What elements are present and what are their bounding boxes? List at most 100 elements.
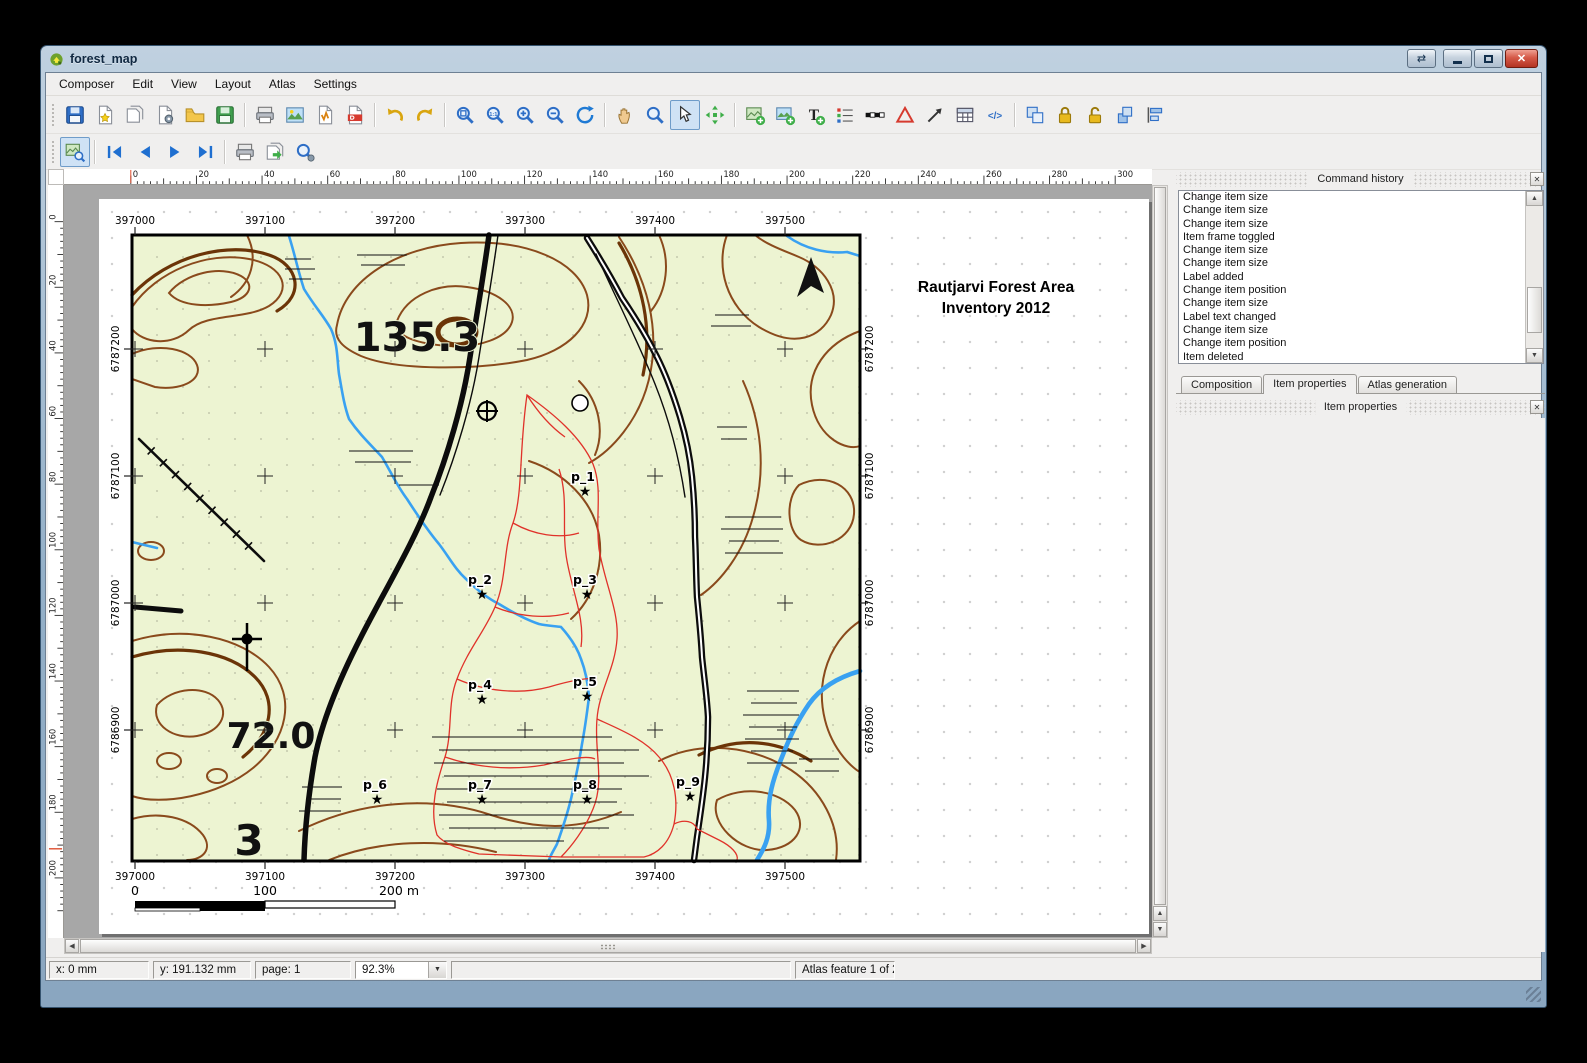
command-history-scrollbar[interactable]: ▲ ▼ <box>1525 191 1543 363</box>
lock-items-button[interactable] <box>1050 100 1080 130</box>
zoom-actual-button[interactable]: 1:1 <box>480 100 510 130</box>
scroll-down-button[interactable]: ▼ <box>1153 922 1167 937</box>
composition-page[interactable]: 135.3 72.0 3 ★p_1★p_2★p_3★p_4★p_5★p_6★p_… <box>99 199 1149 934</box>
zoom-full-button[interactable] <box>450 100 480 130</box>
zoom-out-button[interactable] <box>540 100 570 130</box>
history-item[interactable]: Label text changed <box>1179 311 1543 324</box>
add-attribute-table-button[interactable] <box>950 100 980 130</box>
scroll-up-button[interactable]: ▲ <box>1153 906 1167 921</box>
tab-atlas-generation[interactable]: Atlas generation <box>1358 376 1458 393</box>
history-item[interactable]: Change item size <box>1179 297 1543 310</box>
print-button[interactable] <box>250 100 280 130</box>
vertical-scrollbar-thumb[interactable] <box>1154 187 1166 905</box>
select-move-item-button[interactable] <box>670 100 700 130</box>
atlas-last-feature-button[interactable] <box>190 137 220 167</box>
print-atlas-button[interactable] <box>230 137 260 167</box>
move-item-content-icon <box>704 104 726 126</box>
history-item[interactable]: Item deleted <box>1179 351 1543 364</box>
composition-manager-button[interactable] <box>150 100 180 130</box>
svg-text:140: 140 <box>592 169 608 179</box>
pan-button[interactable] <box>610 100 640 130</box>
minimize-button[interactable] <box>1443 49 1472 68</box>
history-scrollbar-thumb[interactable] <box>1527 287 1542 333</box>
add-image-button[interactable] <box>770 100 800 130</box>
zoom-in-button[interactable] <box>510 100 540 130</box>
history-item[interactable]: Change item size <box>1179 191 1543 204</box>
command-history-close-icon[interactable]: ✕ <box>1530 172 1544 186</box>
export-image-button[interactable] <box>280 100 310 130</box>
undo-button[interactable] <box>380 100 410 130</box>
history-item[interactable]: Item frame toggled <box>1179 231 1543 244</box>
history-item[interactable]: Change item size <box>1179 324 1543 337</box>
align-items-button[interactable] <box>1140 100 1170 130</box>
unlock-items-button[interactable] <box>1080 100 1110 130</box>
menu-layout[interactable]: Layout <box>206 75 260 93</box>
menu-settings[interactable]: Settings <box>305 75 366 93</box>
export-pdf-button[interactable] <box>340 100 370 130</box>
menu-atlas[interactable]: Atlas <box>260 75 305 93</box>
horizontal-scrollbar[interactable]: ◀ ▶ <box>64 938 1152 954</box>
history-item[interactable]: Change item size <box>1179 218 1543 231</box>
group-items-button[interactable] <box>1020 100 1050 130</box>
map-title-item[interactable]: Rautjarvi Forest Area Inventory 2012 <box>918 279 1075 317</box>
atlas-first-feature-button[interactable] <box>100 137 130 167</box>
atlas-next-feature-button[interactable] <box>160 137 190 167</box>
svg-text:160: 160 <box>48 729 58 745</box>
history-item[interactable]: Label added <box>1179 271 1543 284</box>
add-new-map-button[interactable] <box>740 100 770 130</box>
save-button[interactable] <box>60 100 90 130</box>
history-scroll-up-button[interactable]: ▲ <box>1526 191 1543 206</box>
export-atlas-button[interactable] <box>260 137 290 167</box>
scroll-right-button[interactable]: ▶ <box>1137 939 1151 953</box>
window-title: forest_map <box>70 52 137 66</box>
history-item[interactable]: Change item size <box>1179 204 1543 217</box>
command-history-title: Command history <box>1308 172 1412 187</box>
add-scalebar-button[interactable] <box>860 100 890 130</box>
close-button[interactable]: ✕ <box>1505 49 1538 68</box>
tab-item-properties[interactable]: Item properties <box>1263 374 1356 394</box>
history-item[interactable]: Change item position <box>1179 337 1543 350</box>
maximize-button[interactable] <box>1474 49 1503 68</box>
zoom-tool-button[interactable] <box>640 100 670 130</box>
export-svg-button[interactable] <box>310 100 340 130</box>
zoom-dropdown-button[interactable]: ▼ <box>428 962 446 978</box>
history-item[interactable]: Change item size <box>1179 244 1543 257</box>
zoom-value: 92.3% <box>362 964 395 976</box>
scalebar-item[interactable]: 0100200 m <box>131 883 419 911</box>
scroll-left-button[interactable]: ◀ <box>65 939 79 953</box>
horizontal-scrollbar-thumb[interactable] <box>80 939 1136 953</box>
history-item[interactable]: Change item position <box>1179 284 1543 297</box>
map-item[interactable]: 135.3 72.0 3 ★p_1★p_2★p_3★p_4★p_5★p_6★p_… <box>110 215 876 883</box>
zoom-combo[interactable]: 92.3% ▼ <box>355 961 447 979</box>
redo-button[interactable] <box>410 100 440 130</box>
add-legend-button[interactable] <box>830 100 860 130</box>
toolbar-separator <box>374 103 376 127</box>
window-resize-grip[interactable] <box>1526 987 1541 1002</box>
add-shape-button[interactable] <box>890 100 920 130</box>
composition-viewport[interactable]: 135.3 72.0 3 ★p_1★p_2★p_3★p_4★p_5★p_6★p_… <box>64 185 1152 938</box>
duplicate-composition-button[interactable] <box>120 100 150 130</box>
atlas-settings-button[interactable] <box>290 137 320 167</box>
move-item-content-button[interactable] <box>700 100 730 130</box>
atlas-previous-feature-button[interactable] <box>130 137 160 167</box>
shade-button[interactable]: ⇄ <box>1407 49 1436 68</box>
print-icon <box>254 104 276 126</box>
add-label-button[interactable]: T <box>800 100 830 130</box>
vertical-scrollbar[interactable]: ▲ ▼ <box>1152 185 1168 938</box>
atlas-preview-button[interactable] <box>60 137 90 167</box>
add-html-button[interactable]: </> <box>980 100 1010 130</box>
add-arrow-button[interactable] <box>920 100 950 130</box>
load-template-button[interactable] <box>180 100 210 130</box>
titlebar[interactable]: forest_map ⇄ ✕ <box>41 46 1546 72</box>
history-scroll-down-button[interactable]: ▼ <box>1526 348 1543 363</box>
item-properties-close-icon[interactable]: ✕ <box>1530 400 1544 414</box>
raise-items-button[interactable] <box>1110 100 1140 130</box>
new-composition-button[interactable] <box>90 100 120 130</box>
save-template-button[interactable] <box>210 100 240 130</box>
refresh-view-button[interactable] <box>570 100 600 130</box>
menu-view[interactable]: View <box>162 75 206 93</box>
tab-composition[interactable]: Composition <box>1181 376 1262 393</box>
history-item[interactable]: Change item size <box>1179 257 1543 270</box>
menu-edit[interactable]: Edit <box>123 75 162 93</box>
menu-composer[interactable]: Composer <box>50 75 123 93</box>
